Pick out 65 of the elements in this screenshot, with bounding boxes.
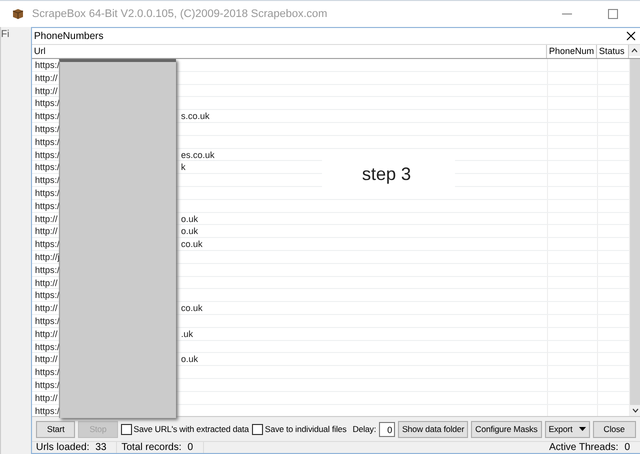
table-cell-text: o.uk bbox=[181, 225, 200, 238]
field-label: Delay: bbox=[352, 424, 376, 434]
table-cell-text: es.co.uk bbox=[181, 148, 216, 161]
table-cell-text: https:/ bbox=[35, 404, 61, 416]
table-cell-text: https:/ bbox=[35, 238, 61, 250]
table-cell-text: https:/ bbox=[35, 366, 61, 378]
caret-icon bbox=[578, 427, 586, 431]
table-cell-text: http:// bbox=[35, 72, 59, 84]
status-label: Active Threads: bbox=[549, 442, 618, 453]
table-cell-text: o.uk bbox=[181, 212, 200, 225]
table-cell-text: https:/ bbox=[35, 340, 61, 353]
table-cell-text: http:// bbox=[35, 212, 59, 225]
status-label: Total records: bbox=[121, 442, 182, 453]
table-cell-text: https:/ bbox=[35, 314, 61, 327]
menu-item[interactable]: Fi bbox=[1, 29, 10, 40]
table-cell-text: co.uk bbox=[181, 238, 204, 250]
toolbar-button[interactable]: Show data folder bbox=[398, 420, 468, 438]
table-cell-text: https:/ bbox=[35, 264, 61, 276]
toolbar-button[interactable]: Configure Masks bbox=[471, 420, 542, 438]
table-cell-text: k bbox=[181, 161, 186, 174]
table-cell-text: http://j bbox=[35, 250, 61, 263]
table-cell-text: http:// bbox=[35, 225, 59, 238]
table-cell-text: s.co.uk bbox=[181, 110, 211, 122]
status-label: Urls loaded: bbox=[36, 442, 90, 453]
dropdown-button[interactable]: Export bbox=[544, 420, 590, 438]
table-cell-text: http:// bbox=[35, 276, 59, 289]
toolbar-button[interactable]: Close bbox=[592, 420, 636, 438]
table-cell-text: https:/ bbox=[35, 136, 61, 148]
status-value: 0 bbox=[188, 442, 194, 453]
status-value: 33 bbox=[95, 442, 106, 453]
table-cell-text: https:/ bbox=[35, 378, 61, 391]
checkbox[interactable]: Save to individual files bbox=[252, 424, 347, 434]
table-cell-text: https:/ bbox=[35, 186, 61, 199]
table-cell-text: https:/ bbox=[35, 289, 61, 302]
table-cell-text: http:// bbox=[35, 84, 59, 97]
column-header[interactable]: Url bbox=[32, 45, 547, 58]
table-cell-text: https:/ bbox=[35, 148, 61, 161]
table-cell-text: o.uk bbox=[181, 353, 200, 366]
annotation-text: step 3 bbox=[322, 160, 456, 189]
table-cell-text: https:/ bbox=[35, 97, 61, 110]
toolbar-button[interactable]: Start bbox=[36, 420, 76, 438]
status-value: 0 bbox=[624, 442, 630, 453]
scroll-up-icon[interactable] bbox=[629, 45, 640, 56]
table-cell-text: http:// bbox=[35, 353, 59, 366]
table-cell-text: https:/ bbox=[35, 174, 61, 186]
column-header[interactable]: PhoneNum bbox=[547, 45, 597, 58]
scroll-down-icon[interactable] bbox=[630, 405, 640, 416]
maximize-icon[interactable] bbox=[606, 7, 620, 21]
box-icon bbox=[12, 8, 24, 20]
window-title: ScrapeBox 64-Bit V2.0.0.105, (C)2009-2018 Scrapebox.com bbox=[32, 8, 328, 20]
table-cell-text: https:/ bbox=[35, 110, 61, 122]
table-cell-text: co.uk bbox=[181, 302, 204, 314]
input-field[interactable]: 0 bbox=[379, 422, 396, 436]
table-cell-text: http:// bbox=[35, 328, 59, 340]
dialog-title: PhoneNumbers bbox=[34, 30, 104, 42]
table-cell-text: http:// bbox=[35, 302, 59, 314]
checkbox[interactable]: Save URL's with extracted data bbox=[120, 424, 249, 434]
table-cell-text: http:// bbox=[35, 392, 59, 404]
table-cell-text: https:/ bbox=[35, 59, 61, 71]
close-icon[interactable] bbox=[626, 31, 636, 41]
scrollbar[interactable] bbox=[629, 59, 640, 416]
table-cell-text: https:/ bbox=[35, 161, 61, 174]
table-cell-text: https:/ bbox=[35, 122, 61, 135]
table-cell-text: https:/ bbox=[35, 200, 61, 212]
table-cell-text: .uk bbox=[181, 328, 194, 340]
